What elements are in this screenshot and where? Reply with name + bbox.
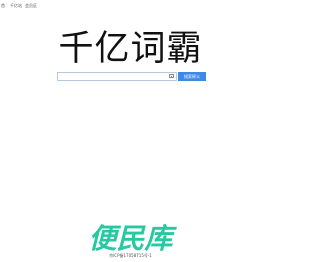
search-form: 搜索释义 <box>57 72 206 90</box>
top-navigation: 首 千亿站 会员区 <box>0 2 40 10</box>
site-logo: 千亿词霸 <box>58 29 203 69</box>
nav-item-home[interactable]: 首 <box>1 3 5 9</box>
keyboard-icon[interactable] <box>169 74 174 78</box>
nav-item-qianyi-site[interactable]: 千亿站 <box>10 3 22 9</box>
nav-item-member-area[interactable]: 会员区 <box>25 3 37 9</box>
search-button[interactable]: 搜索释义 <box>178 72 206 81</box>
search-box <box>57 72 177 90</box>
icp-record[interactable]: 京ICP备17058715号-1 <box>0 253 261 259</box>
search-input[interactable] <box>58 83 162 90</box>
footer-brand-logo[interactable]: 便民库 <box>0 224 261 254</box>
